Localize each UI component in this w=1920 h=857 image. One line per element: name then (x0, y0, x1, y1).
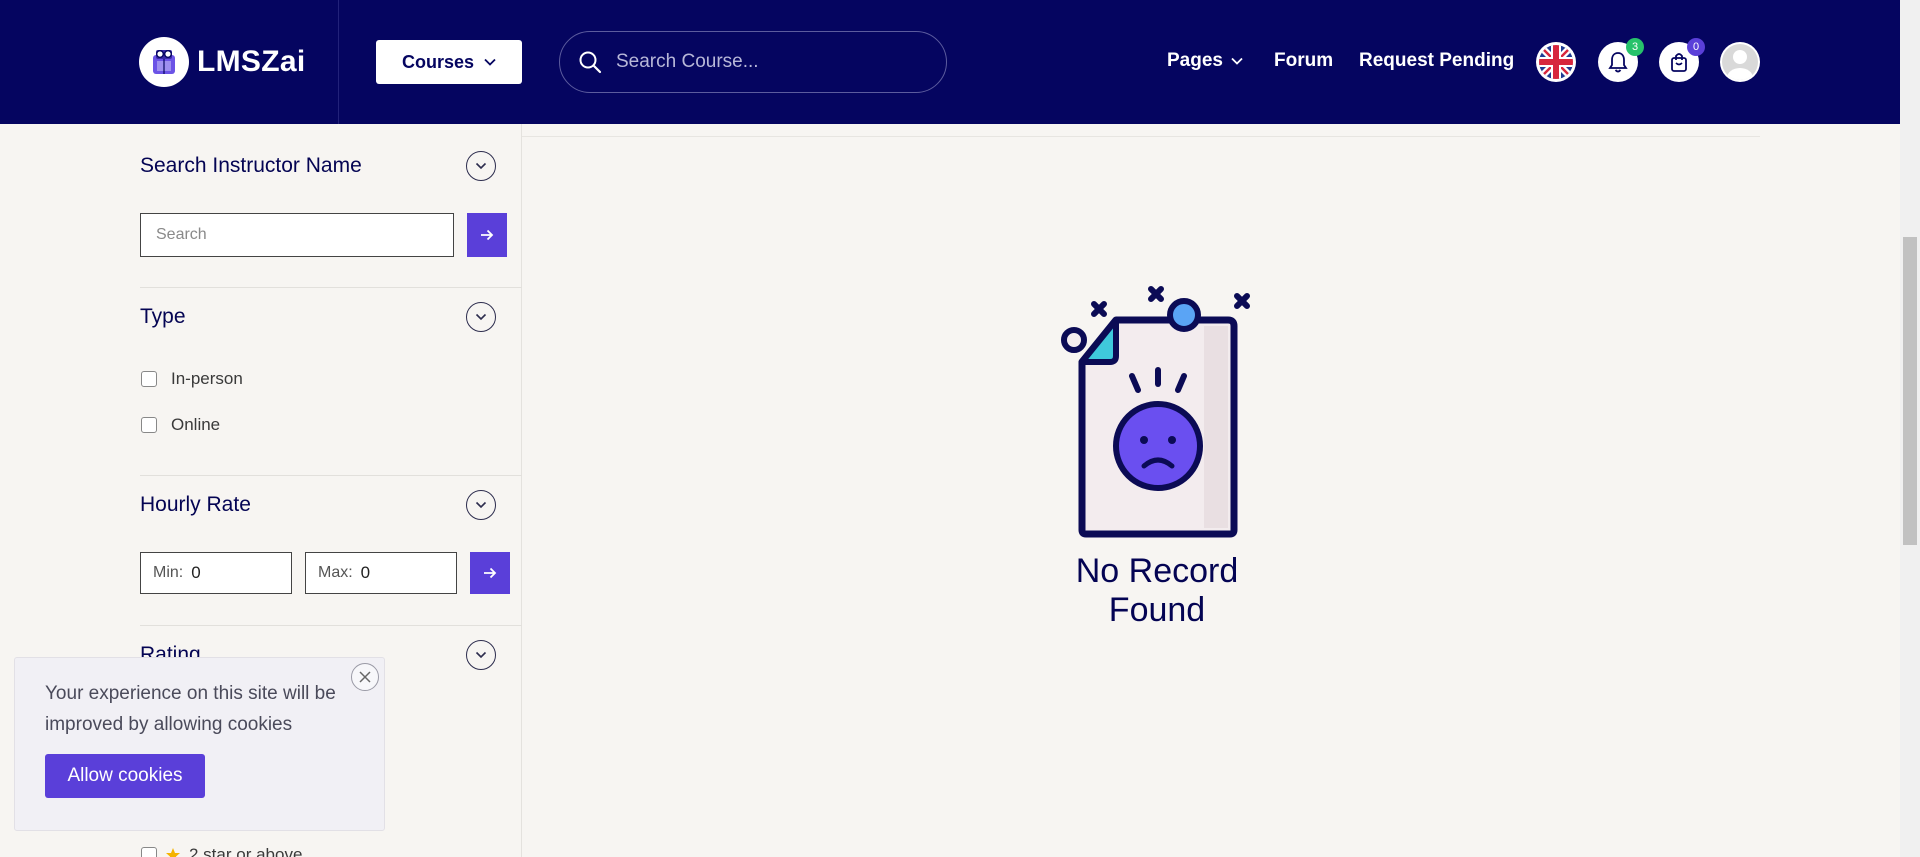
hourly-rate-max-input[interactable] (360, 563, 441, 583)
chevron-down-icon (475, 162, 487, 170)
courses-dropdown-button[interactable]: Courses (376, 40, 522, 84)
filter-instructor-title: Search Instructor Name (140, 154, 362, 177)
star-icon (166, 848, 180, 857)
cookie-close-button[interactable] (351, 663, 379, 691)
filter-separator (140, 475, 522, 476)
filter-type-title: Type (140, 305, 186, 328)
filter-separator (140, 625, 522, 626)
logo-text: LMSZai (197, 45, 306, 78)
site-logo[interactable]: LMSZai (139, 37, 305, 87)
hourly-rate-max-field: Max: (305, 552, 457, 594)
checkbox[interactable] (141, 371, 157, 387)
logo-icon (139, 37, 189, 87)
arrow-right-icon (484, 567, 497, 579)
type-option-label: Online (171, 415, 221, 434)
filter-separator (140, 287, 522, 288)
checkbox[interactable] (141, 417, 157, 433)
nav-forum-link[interactable]: Forum (1274, 50, 1333, 72)
language-selector[interactable] (1536, 42, 1576, 82)
nav-request-pending-link[interactable]: Request Pending (1359, 50, 1514, 72)
close-icon (359, 671, 371, 683)
empty-state-message: No Record Found (1075, 552, 1239, 629)
nav-request-pending-label: Request Pending (1359, 50, 1515, 71)
type-option-online[interactable]: Online (141, 415, 220, 435)
filter-hourly-rate-toggle[interactable] (466, 490, 496, 520)
chevron-down-icon (475, 501, 487, 509)
course-search-box (559, 31, 947, 93)
chevron-down-icon (475, 313, 487, 321)
filter-hourly-rate-title: Hourly Rate (140, 493, 251, 516)
cookie-message: Your experience on this site will be imp… (45, 683, 336, 735)
min-label: Min: (153, 564, 184, 581)
page-scrollbar-thumb[interactable] (1903, 237, 1917, 545)
hourly-rate-submit[interactable] (470, 552, 510, 594)
bell-icon (1608, 52, 1628, 73)
instructor-search-input[interactable] (140, 213, 454, 257)
filter-rating-toggle[interactable] (466, 640, 496, 670)
cookie-consent-banner: Your experience on this site will be imp… (14, 657, 385, 831)
allow-cookies-button[interactable]: Allow cookies (45, 754, 205, 798)
header-divider (338, 0, 339, 124)
cart-count-badge: 0 (1687, 38, 1705, 56)
arrow-right-icon (481, 229, 494, 241)
avatar-icon (1722, 44, 1758, 80)
rating-option-2-star[interactable]: 2 star or above (141, 845, 302, 857)
sidebar-border (521, 124, 522, 857)
filter-type-toggle[interactable] (466, 302, 496, 332)
courses-button-label: Courses (401, 51, 475, 72)
shopping-bag-icon (1671, 53, 1687, 72)
checkbox[interactable] (141, 847, 157, 857)
content-top-divider (522, 136, 1760, 137)
type-option-label: In-person (171, 369, 243, 388)
notification-count-badge: 3 (1626, 38, 1644, 56)
no-record-illustration (1061, 286, 1250, 538)
hourly-rate-min-input[interactable] (191, 563, 272, 583)
nav-forum-label: Forum (1274, 50, 1334, 71)
chevron-down-icon (484, 58, 496, 66)
max-label: Max: (318, 564, 353, 581)
chevron-down-icon (475, 651, 487, 659)
course-search-input[interactable] (616, 51, 916, 73)
nav-pages-label: Pages (1167, 50, 1223, 71)
hourly-rate-min-field: Min: (140, 552, 292, 594)
search-icon (579, 51, 602, 74)
instructor-search-submit[interactable] (467, 213, 507, 257)
chevron-down-icon (1231, 57, 1243, 65)
filter-instructor-toggle[interactable] (466, 151, 496, 181)
notifications-button[interactable]: 3 (1598, 38, 1644, 82)
uk-flag-icon (1537, 43, 1575, 81)
type-option-in-person[interactable]: In-person (141, 369, 243, 389)
cart-button[interactable]: 0 (1659, 38, 1705, 82)
top-navbar: LMSZai Courses Pages Forum Request Pendi… (0, 0, 1900, 124)
rating-option-label: 2 star or above (189, 845, 303, 857)
nav-pages-dropdown[interactable]: Pages (1167, 50, 1243, 72)
user-avatar[interactable] (1720, 42, 1760, 82)
